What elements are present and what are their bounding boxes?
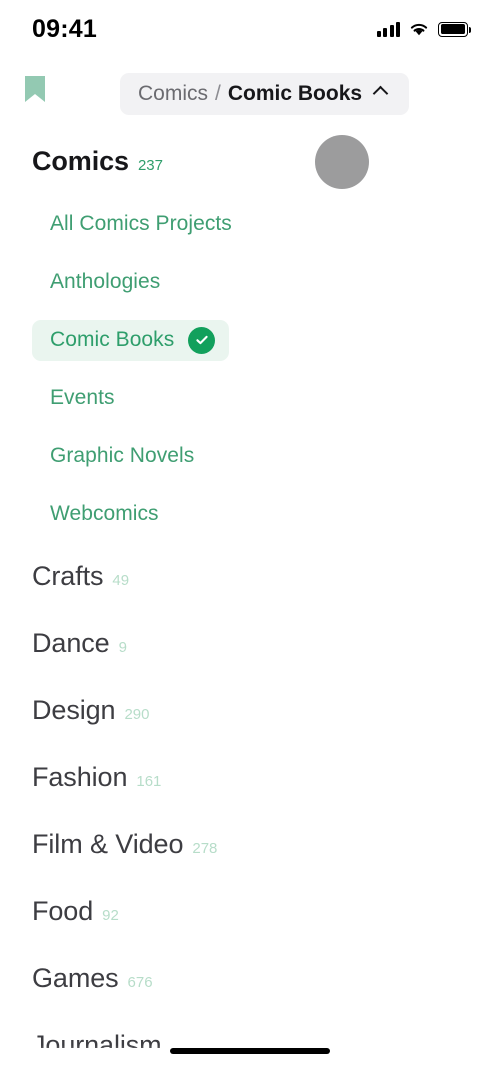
category-row[interactable]: Crafts 49 bbox=[0, 543, 500, 610]
subcategory-pill[interactable]: Webcomics bbox=[32, 495, 173, 533]
subcategory-name: Anthologies bbox=[50, 270, 161, 293]
category-count: 676 bbox=[127, 974, 153, 991]
subcategory-pill[interactable]: Anthologies bbox=[32, 263, 174, 301]
category-count: 237 bbox=[137, 157, 163, 174]
home-indicator bbox=[170, 1048, 330, 1054]
status-time: 09:41 bbox=[32, 14, 97, 43]
category-row[interactable]: Fashion 161 bbox=[0, 744, 500, 811]
category-count: 278 bbox=[192, 840, 218, 857]
breadcrumb-parent[interactable]: Comics bbox=[138, 82, 208, 106]
category-row[interactable]: Film & Video 278 bbox=[0, 811, 500, 878]
category-name: Comics bbox=[32, 146, 129, 176]
check-circle-icon bbox=[188, 326, 216, 354]
breadcrumb-current[interactable]: Comic Books bbox=[228, 82, 362, 106]
subcategory-pill[interactable]: Events bbox=[32, 379, 129, 417]
wifi-icon bbox=[409, 22, 429, 37]
status-icons bbox=[376, 21, 472, 37]
subcategory-pill[interactable]: Comic Books bbox=[32, 319, 230, 361]
category-row[interactable]: Games 676 bbox=[0, 945, 500, 1012]
subcategory-row[interactable]: Comic Books bbox=[0, 311, 500, 369]
bookmark-icon[interactable] bbox=[20, 72, 50, 106]
subcategory-row[interactable]: Events bbox=[0, 369, 500, 427]
category-row[interactable]: Food 92 bbox=[0, 878, 500, 945]
subcategory-name: Graphic Novels bbox=[50, 444, 195, 467]
category-row[interactable]: Dance 9 bbox=[0, 610, 500, 677]
category-name: Dance bbox=[32, 628, 110, 658]
category-row[interactable]: Design 290 bbox=[0, 677, 500, 744]
category-count: 49 bbox=[112, 572, 130, 589]
category-count: 9 bbox=[118, 639, 127, 656]
subcategory-row[interactable]: All Comics Projects bbox=[0, 195, 500, 253]
subcategory-name: Comic Books bbox=[50, 328, 175, 351]
breadcrumb[interactable]: Comics / Comic Books bbox=[120, 73, 410, 115]
category-name: Food bbox=[32, 896, 94, 926]
subcategory-row[interactable]: Graphic Novels bbox=[0, 427, 500, 485]
category-row[interactable]: Comics 237 bbox=[0, 128, 500, 195]
subcategory-row[interactable]: Webcomics bbox=[0, 485, 500, 543]
category-list[interactable]: Comics 237 All Comics Projects Anthologies C… bbox=[0, 128, 500, 1048]
category-name: Film & Video bbox=[32, 829, 184, 859]
cellular-signal-icon bbox=[376, 21, 400, 37]
subcategory-name: Events bbox=[50, 386, 115, 409]
subcategory-name: All Comics Projects bbox=[50, 212, 232, 235]
category-name: Crafts bbox=[32, 561, 104, 591]
phone-screen: 09:41 Comics / Comic Books Comics 237 Al… bbox=[0, 0, 500, 1080]
status-bar: 09:41 bbox=[0, 0, 500, 58]
category-count: 161 bbox=[136, 773, 162, 790]
category-name: Fashion bbox=[32, 762, 128, 792]
category-name: Design bbox=[32, 695, 116, 725]
battery-full-icon bbox=[438, 21, 472, 37]
chevron-up-icon[interactable] bbox=[374, 83, 389, 98]
category-count: 290 bbox=[124, 706, 150, 723]
breadcrumb-separator: / bbox=[215, 82, 221, 105]
category-row[interactable]: Journalism bbox=[0, 1012, 500, 1048]
subcategory-pill[interactable]: Graphic Novels bbox=[32, 437, 208, 475]
subcategory-row[interactable]: Anthologies bbox=[0, 253, 500, 311]
category-count: 92 bbox=[102, 907, 119, 924]
navigation-bar: Comics / Comic Books bbox=[0, 62, 500, 189]
subcategory-name: Webcomics bbox=[50, 502, 159, 525]
subcategory-pill[interactable]: All Comics Projects bbox=[32, 205, 246, 243]
category-name: Games bbox=[32, 963, 119, 993]
category-name: Journalism bbox=[32, 1030, 162, 1048]
